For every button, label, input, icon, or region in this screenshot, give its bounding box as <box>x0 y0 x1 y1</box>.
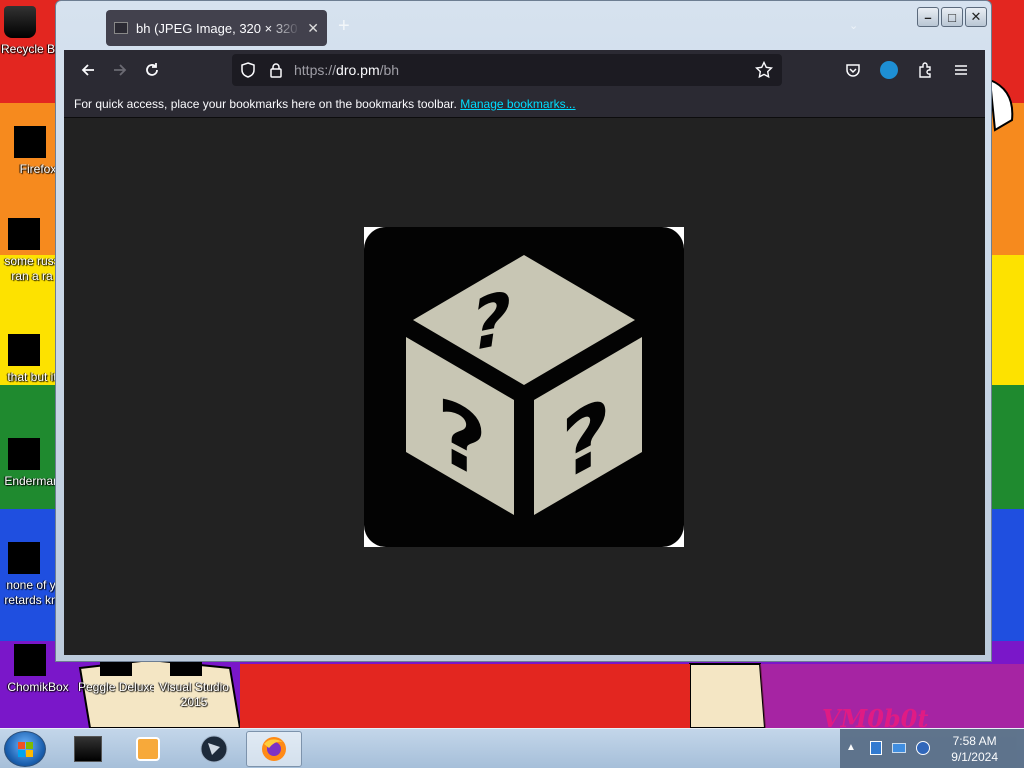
start-button[interactable] <box>4 731 46 767</box>
jpeg-image[interactable]: ? ? ? <box>364 227 684 547</box>
clock-date: 9/1/2024 <box>951 750 998 764</box>
url-text[interactable]: https://dro.pm/bh <box>294 62 399 78</box>
browser-window: – □ ✕ bh (JPEG Image, 320 × 320 pixels) … <box>55 0 992 662</box>
toolbar-right <box>837 54 977 86</box>
menu-button[interactable] <box>945 54 977 86</box>
reload-button[interactable] <box>136 54 168 86</box>
image-viewer: ? ? ? <box>64 118 985 655</box>
close-button[interactable]: ✕ <box>965 7 987 27</box>
clock-time: 7:58 AM <box>952 734 997 748</box>
bookmark-star-icon[interactable] <box>750 61 778 79</box>
taskbar-app-media-player[interactable] <box>120 731 176 767</box>
url-bar[interactable]: https://dro.pm/bh <box>232 54 782 86</box>
tab-active[interactable]: bh (JPEG Image, 320 × 320 pixels) ✕ <box>106 10 327 46</box>
firefox-icon <box>14 126 46 158</box>
volume-icon[interactable] <box>916 741 930 755</box>
close-icon: ✕ <box>970 9 982 24</box>
network-icon[interactable] <box>870 741 882 755</box>
puzzle-icon <box>919 62 931 78</box>
dark-box-icon <box>74 736 102 762</box>
bookmarks-toolbar: For quick access, place your bookmarks h… <box>64 90 985 118</box>
account-icon <box>880 61 898 79</box>
reload-icon <box>146 63 158 76</box>
window-controls: – □ ✕ <box>917 7 987 27</box>
forward-button[interactable] <box>104 54 136 86</box>
taskbar-app-dark-box[interactable] <box>60 731 116 767</box>
bookmarks-hint: For quick access, place your bookmarks h… <box>74 97 457 111</box>
action-center-icon[interactable] <box>892 743 906 753</box>
maximize-button[interactable]: □ <box>941 7 963 27</box>
back-arrow-icon <box>81 64 94 76</box>
firefox-icon <box>262 737 286 761</box>
media-player-icon <box>136 737 160 761</box>
question-dice-icon: ? ? ? <box>364 227 684 547</box>
image-favicon-icon <box>114 22 128 34</box>
lock-icon[interactable] <box>262 62 290 78</box>
tab-close-icon[interactable]: ✕ <box>307 20 319 37</box>
shield-icon[interactable] <box>234 62 262 78</box>
pocket-icon <box>846 64 860 77</box>
recycle-bin-icon <box>4 6 36 38</box>
system-tray: ▲ 7:58 AM 9/1/2024 <box>840 729 1024 768</box>
chomikbox-icon <box>14 644 46 676</box>
taskbar: ▲ 7:58 AM 9/1/2024 <box>0 728 1024 768</box>
minimize-button[interactable]: – <box>917 7 939 27</box>
manage-bookmarks-link[interactable]: Manage bookmarks... <box>460 97 575 111</box>
hamburger-icon <box>955 65 967 75</box>
windows-logo-icon <box>18 742 33 757</box>
nav-toolbar: https://dro.pm/bh <box>64 50 985 90</box>
maximize-icon: □ <box>948 9 956 25</box>
pocket-button[interactable] <box>837 54 869 86</box>
list-all-tabs-button[interactable]: ⌄ <box>849 19 858 32</box>
taskbar-app-compass[interactable] <box>186 731 242 767</box>
document-icon <box>8 438 40 470</box>
folder-stack-icon <box>8 334 40 366</box>
back-button[interactable] <box>72 54 104 86</box>
clock[interactable]: 7:58 AM 9/1/2024 <box>951 733 998 765</box>
tab-title: bh (JPEG Image, 320 × 320 pixels) <box>136 20 301 36</box>
extensions-button[interactable] <box>909 54 941 86</box>
app-icon <box>8 542 40 574</box>
compass-icon <box>200 735 228 763</box>
account-button[interactable] <box>873 54 905 86</box>
file-icon <box>8 218 40 250</box>
taskbar-app-firefox[interactable] <box>246 731 302 767</box>
minimize-icon: – <box>924 9 932 25</box>
tray-expand-icon[interactable]: ▲ <box>846 742 856 753</box>
new-tab-button[interactable]: + <box>338 15 350 38</box>
forward-arrow-icon <box>114 64 127 76</box>
